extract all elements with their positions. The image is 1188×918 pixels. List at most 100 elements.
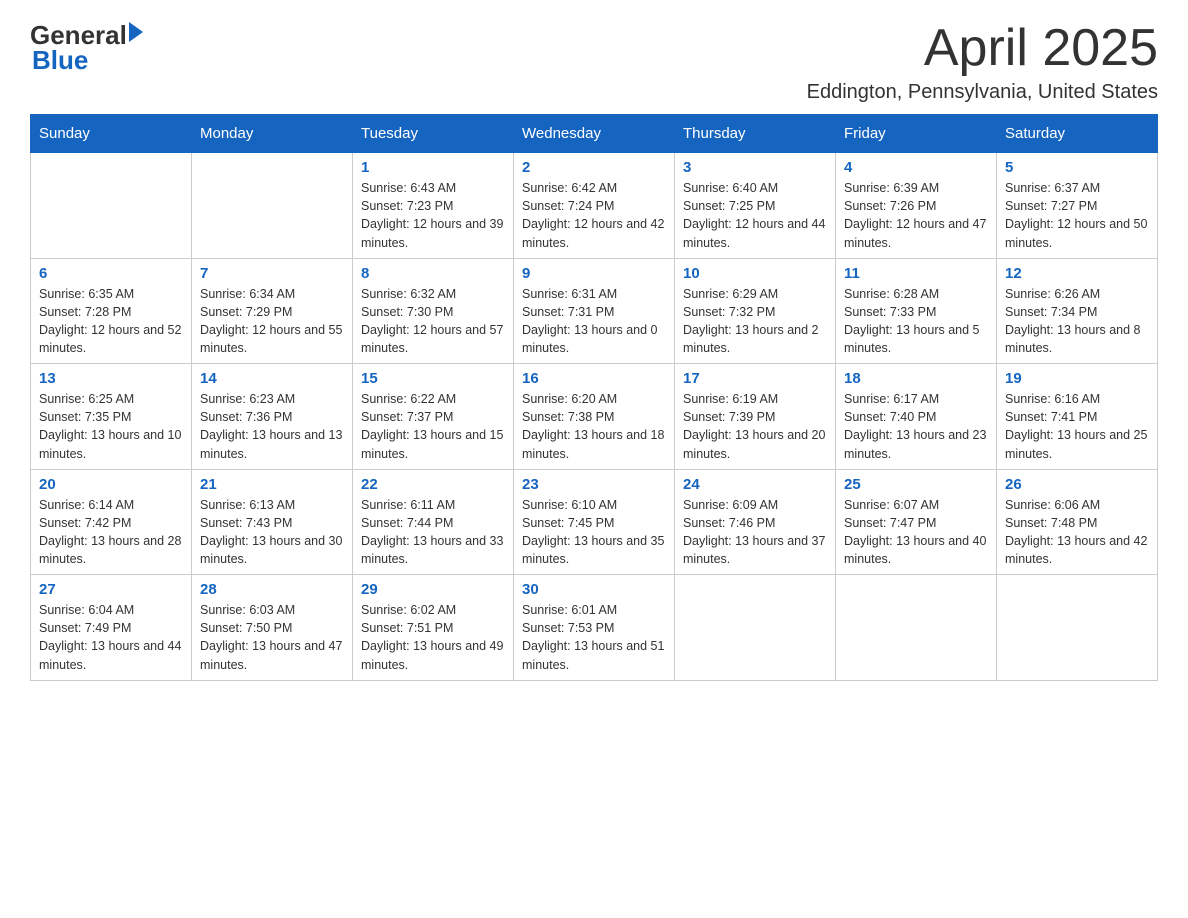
calendar-week-row: 27Sunrise: 6:04 AMSunset: 7:49 PMDayligh…: [31, 575, 1158, 681]
calendar-cell: 20Sunrise: 6:14 AMSunset: 7:42 PMDayligh…: [31, 469, 192, 575]
day-info: Sunrise: 6:20 AMSunset: 7:38 PMDaylight:…: [522, 390, 666, 463]
calendar-cell: 24 Sunrise: 6:09 AMSunset: 7:46 PMDayligh…: [675, 469, 836, 575]
calendar-cell: [192, 153, 353, 259]
day-info: Sunrise: 6:39 AMSunset: 7:26 PMDaylight:…: [844, 179, 988, 252]
calendar-day-header: Wednesday: [514, 115, 675, 153]
calendar-cell: 8 Sunrise: 6:32 AMSunset: 7:30 PMDaylight…: [353, 258, 514, 364]
day-number: 4: [844, 159, 988, 176]
day-number: 8: [361, 265, 505, 282]
day-number: 19: [1005, 370, 1149, 387]
calendar-cell: 16Sunrise: 6:20 AMSunset: 7:38 PMDayligh…: [514, 364, 675, 470]
day-info: Sunrise: 6:28 AMSunset: 7:33 PMDaylight:…: [844, 285, 988, 358]
day-info: Sunrise: 6:32 AMSunset: 7:30 PMDaylight:…: [361, 285, 505, 358]
day-info: Sunrise: 6:23 AMSunset: 7:36 PMDaylight:…: [200, 390, 344, 463]
calendar-cell: 18Sunrise: 6:17 AMSunset: 7:40 PMDayligh…: [836, 364, 997, 470]
day-number: 25: [844, 476, 988, 493]
day-info: Sunrise: 6:14 AMSunset: 7:42 PMDaylight:…: [39, 496, 183, 569]
calendar-cell: 19 Sunrise: 6:16 AMSunset: 7:41 PMDayligh…: [997, 364, 1158, 470]
day-number: 22: [361, 476, 505, 493]
calendar-week-row: 1 Sunrise: 6:43 AMSunset: 7:23 PMDaylight…: [31, 153, 1158, 259]
day-info: Sunrise: 6:31 AMSunset: 7:31 PMDaylight:…: [522, 285, 666, 358]
day-info: Sunrise: 6:11 AMSunset: 7:44 PMDaylight:…: [361, 496, 505, 569]
calendar-cell: 10 Sunrise: 6:29 AMSunset: 7:32 PMDayligh…: [675, 258, 836, 364]
calendar-cell: 3 Sunrise: 6:40 AMSunset: 7:25 PMDaylight…: [675, 153, 836, 259]
calendar-cell: 12 Sunrise: 6:26 AMSunset: 7:34 PMDayligh…: [997, 258, 1158, 364]
day-info: Sunrise: 6:35 AMSunset: 7:28 PMDaylight:…: [39, 285, 183, 358]
day-number: 14: [200, 370, 344, 387]
day-number: 10: [683, 265, 827, 282]
day-info: Sunrise: 6:13 AMSunset: 7:43 PMDaylight:…: [200, 496, 344, 569]
day-info: Sunrise: 6:26 AMSunset: 7:34 PMDaylight:…: [1005, 285, 1149, 358]
day-number: 24: [683, 476, 827, 493]
logo-blue-text: Blue: [32, 45, 88, 76]
calendar-cell: 2Sunrise: 6:42 AMSunset: 7:24 PMDaylight…: [514, 153, 675, 259]
calendar-day-header: Friday: [836, 115, 997, 153]
calendar-cell: 27Sunrise: 6:04 AMSunset: 7:49 PMDayligh…: [31, 575, 192, 681]
calendar-cell: 29Sunrise: 6:02 AMSunset: 7:51 PMDayligh…: [353, 575, 514, 681]
calendar-cell: 11 Sunrise: 6:28 AMSunset: 7:33 PMDayligh…: [836, 258, 997, 364]
day-number: 15: [361, 370, 505, 387]
day-number: 6: [39, 265, 183, 282]
day-number: 29: [361, 581, 505, 598]
day-info: Sunrise: 6:43 AMSunset: 7:23 PMDaylight:…: [361, 179, 505, 252]
calendar-cell: 15 Sunrise: 6:22 AMSunset: 7:37 PMDayligh…: [353, 364, 514, 470]
calendar-cell: [836, 575, 997, 681]
calendar-cell: 25 Sunrise: 6:07 AMSunset: 7:47 PMDayligh…: [836, 469, 997, 575]
calendar-table: SundayMondayTuesdayWednesdayThursdayFrid…: [30, 114, 1158, 681]
day-number: 5: [1005, 159, 1149, 176]
day-info: Sunrise: 6:03 AMSunset: 7:50 PMDaylight:…: [200, 601, 344, 674]
day-info: Sunrise: 6:34 AMSunset: 7:29 PMDaylight:…: [200, 285, 344, 358]
day-number: 13: [39, 370, 183, 387]
day-number: 21: [200, 476, 344, 493]
calendar-cell: 4 Sunrise: 6:39 AMSunset: 7:26 PMDaylight…: [836, 153, 997, 259]
day-info: Sunrise: 6:22 AMSunset: 7:37 PMDaylight:…: [361, 390, 505, 463]
calendar-week-row: 20Sunrise: 6:14 AMSunset: 7:42 PMDayligh…: [31, 469, 1158, 575]
calendar-cell: 1 Sunrise: 6:43 AMSunset: 7:23 PMDaylight…: [353, 153, 514, 259]
day-info: Sunrise: 6:09 AMSunset: 7:46 PMDaylight:…: [683, 496, 827, 569]
calendar-day-header: Sunday: [31, 115, 192, 153]
calendar-cell: [31, 153, 192, 259]
calendar-cell: 6 Sunrise: 6:35 AMSunset: 7:28 PMDaylight…: [31, 258, 192, 364]
calendar-cell: 7 Sunrise: 6:34 AMSunset: 7:29 PMDaylight…: [192, 258, 353, 364]
day-info: Sunrise: 6:01 AMSunset: 7:53 PMDaylight:…: [522, 601, 666, 674]
day-number: 12: [1005, 265, 1149, 282]
day-info: Sunrise: 6:07 AMSunset: 7:47 PMDaylight:…: [844, 496, 988, 569]
day-info: Sunrise: 6:25 AMSunset: 7:35 PMDaylight:…: [39, 390, 183, 463]
day-number: 2: [522, 159, 666, 176]
day-info: Sunrise: 6:29 AMSunset: 7:32 PMDaylight:…: [683, 285, 827, 358]
calendar-day-header: Thursday: [675, 115, 836, 153]
calendar-cell: 13 Sunrise: 6:25 AMSunset: 7:35 PMDayligh…: [31, 364, 192, 470]
day-number: 7: [200, 265, 344, 282]
calendar-week-row: 13 Sunrise: 6:25 AMSunset: 7:35 PMDayligh…: [31, 364, 1158, 470]
calendar-cell: 22 Sunrise: 6:11 AMSunset: 7:44 PMDayligh…: [353, 469, 514, 575]
day-number: 26: [1005, 476, 1149, 493]
day-number: 23: [522, 476, 666, 493]
calendar-week-row: 6 Sunrise: 6:35 AMSunset: 7:28 PMDaylight…: [31, 258, 1158, 364]
month-title: April 2025: [807, 20, 1158, 77]
day-number: 17: [683, 370, 827, 387]
calendar-day-header: Saturday: [997, 115, 1158, 153]
day-number: 3: [683, 159, 827, 176]
day-number: 9: [522, 265, 666, 282]
page-header: General Blue April 2025 Eddington, Penns…: [30, 20, 1158, 104]
day-info: Sunrise: 6:37 AMSunset: 7:27 PMDaylight:…: [1005, 179, 1149, 252]
calendar-cell: 30Sunrise: 6:01 AMSunset: 7:53 PMDayligh…: [514, 575, 675, 681]
day-info: Sunrise: 6:06 AMSunset: 7:48 PMDaylight:…: [1005, 496, 1149, 569]
calendar-cell: 26 Sunrise: 6:06 AMSunset: 7:48 PMDayligh…: [997, 469, 1158, 575]
day-number: 1: [361, 159, 505, 176]
day-number: 11: [844, 265, 988, 282]
calendar-header-row: SundayMondayTuesdayWednesdayThursdayFrid…: [31, 115, 1158, 153]
calendar-cell: 9 Sunrise: 6:31 AMSunset: 7:31 PMDaylight…: [514, 258, 675, 364]
location-subtitle: Eddington, Pennsylvania, United States: [807, 81, 1158, 104]
logo-triangle-icon: [129, 22, 143, 42]
day-info: Sunrise: 6:04 AMSunset: 7:49 PMDaylight:…: [39, 601, 183, 674]
day-number: 18: [844, 370, 988, 387]
calendar-day-header: Tuesday: [353, 115, 514, 153]
calendar-cell: 21 Sunrise: 6:13 AMSunset: 7:43 PMDayligh…: [192, 469, 353, 575]
logo: General Blue: [30, 20, 143, 76]
day-info: Sunrise: 6:16 AMSunset: 7:41 PMDaylight:…: [1005, 390, 1149, 463]
day-info: Sunrise: 6:40 AMSunset: 7:25 PMDaylight:…: [683, 179, 827, 252]
day-info: Sunrise: 6:10 AMSunset: 7:45 PMDaylight:…: [522, 496, 666, 569]
calendar-cell: 14 Sunrise: 6:23 AMSunset: 7:36 PMDayligh…: [192, 364, 353, 470]
calendar-cell: [997, 575, 1158, 681]
